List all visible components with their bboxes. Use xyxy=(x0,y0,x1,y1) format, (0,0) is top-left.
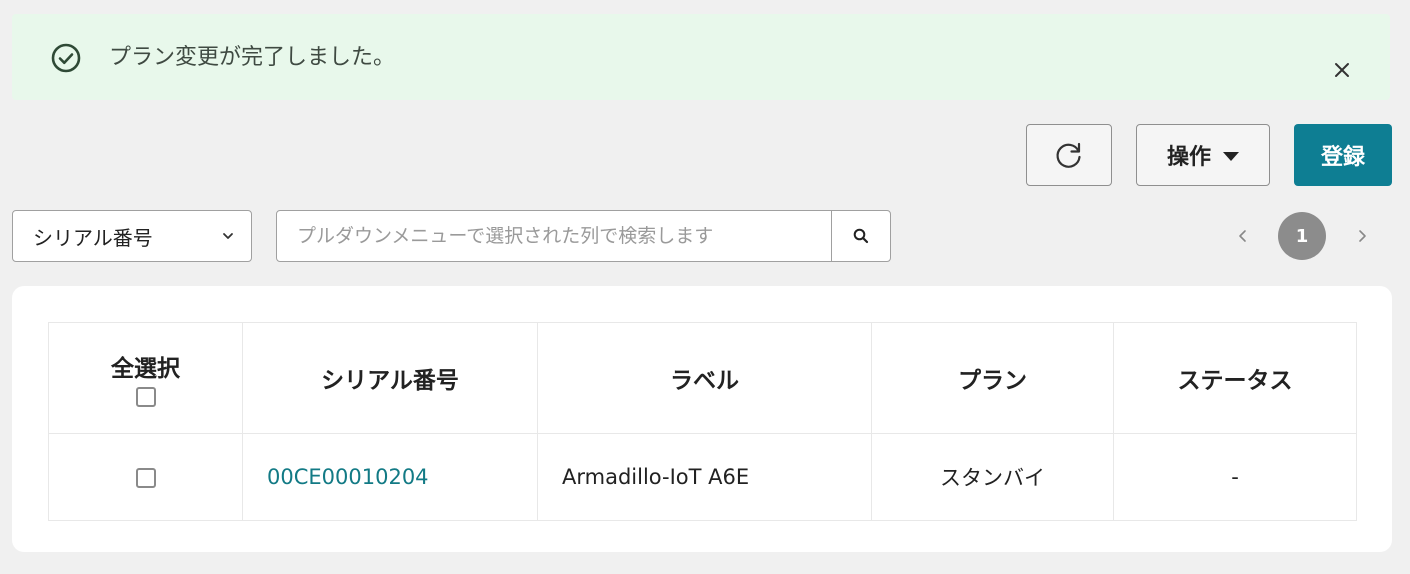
select-all-checkbox[interactable] xyxy=(135,387,156,407)
device-table-card: 全選択 シリアル番号 ラベル プラン ステータス 00CE00010204 Ar… xyxy=(12,286,1392,552)
column-header-status: ステータス xyxy=(1113,322,1357,434)
refresh-button[interactable] xyxy=(1026,124,1112,186)
search-icon xyxy=(853,228,869,244)
serial-cell: 00CE00010204 xyxy=(242,433,538,521)
caret-down-icon xyxy=(1223,151,1239,161)
column-header-serial: シリアル番号 xyxy=(242,322,538,434)
label-cell: Armadillo-IoT A6E xyxy=(537,433,872,521)
status-cell: - xyxy=(1113,433,1357,521)
table-row: 00CE00010204 Armadillo-IoT A6E スタンバイ - xyxy=(48,433,1357,521)
close-icon[interactable] xyxy=(1330,58,1354,82)
device-table: 全選択 シリアル番号 ラベル プラン ステータス 00CE00010204 Ar… xyxy=(48,322,1357,521)
chevron-down-icon xyxy=(223,233,233,239)
alert-message: プラン変更が完了しました。 xyxy=(109,45,396,70)
row-select-cell xyxy=(48,433,243,521)
check-circle-icon xyxy=(51,43,81,73)
search-input[interactable] xyxy=(277,211,831,261)
search-field-selected: シリアル番号 xyxy=(33,225,153,250)
operations-label: 操作 xyxy=(1166,145,1211,170)
previous-page-icon[interactable] xyxy=(1233,226,1253,246)
table-header-row: 全選択 シリアル番号 ラベル プラン ステータス xyxy=(48,322,1357,434)
column-header-label: ラベル xyxy=(537,322,872,434)
next-page-icon[interactable] xyxy=(1352,226,1372,246)
select-all-label: 全選択 xyxy=(111,356,180,382)
register-button[interactable]: 登録 xyxy=(1294,124,1392,186)
serial-number-link[interactable]: 00CE00010204 xyxy=(267,465,429,489)
plan-cell: スタンバイ xyxy=(871,433,1114,521)
search-field-select[interactable]: シリアル番号 xyxy=(12,210,252,262)
operations-dropdown-button[interactable]: 操作 xyxy=(1136,124,1270,186)
page-number-current[interactable]: 1 xyxy=(1278,212,1326,260)
search-button[interactable] xyxy=(831,211,890,261)
search-box xyxy=(276,210,891,262)
select-all-header: 全選択 xyxy=(48,322,243,434)
row-checkbox[interactable] xyxy=(135,468,156,488)
column-header-plan: プラン xyxy=(871,322,1114,434)
refresh-icon xyxy=(1056,142,1081,168)
success-alert: プラン変更が完了しました。 xyxy=(12,14,1390,100)
